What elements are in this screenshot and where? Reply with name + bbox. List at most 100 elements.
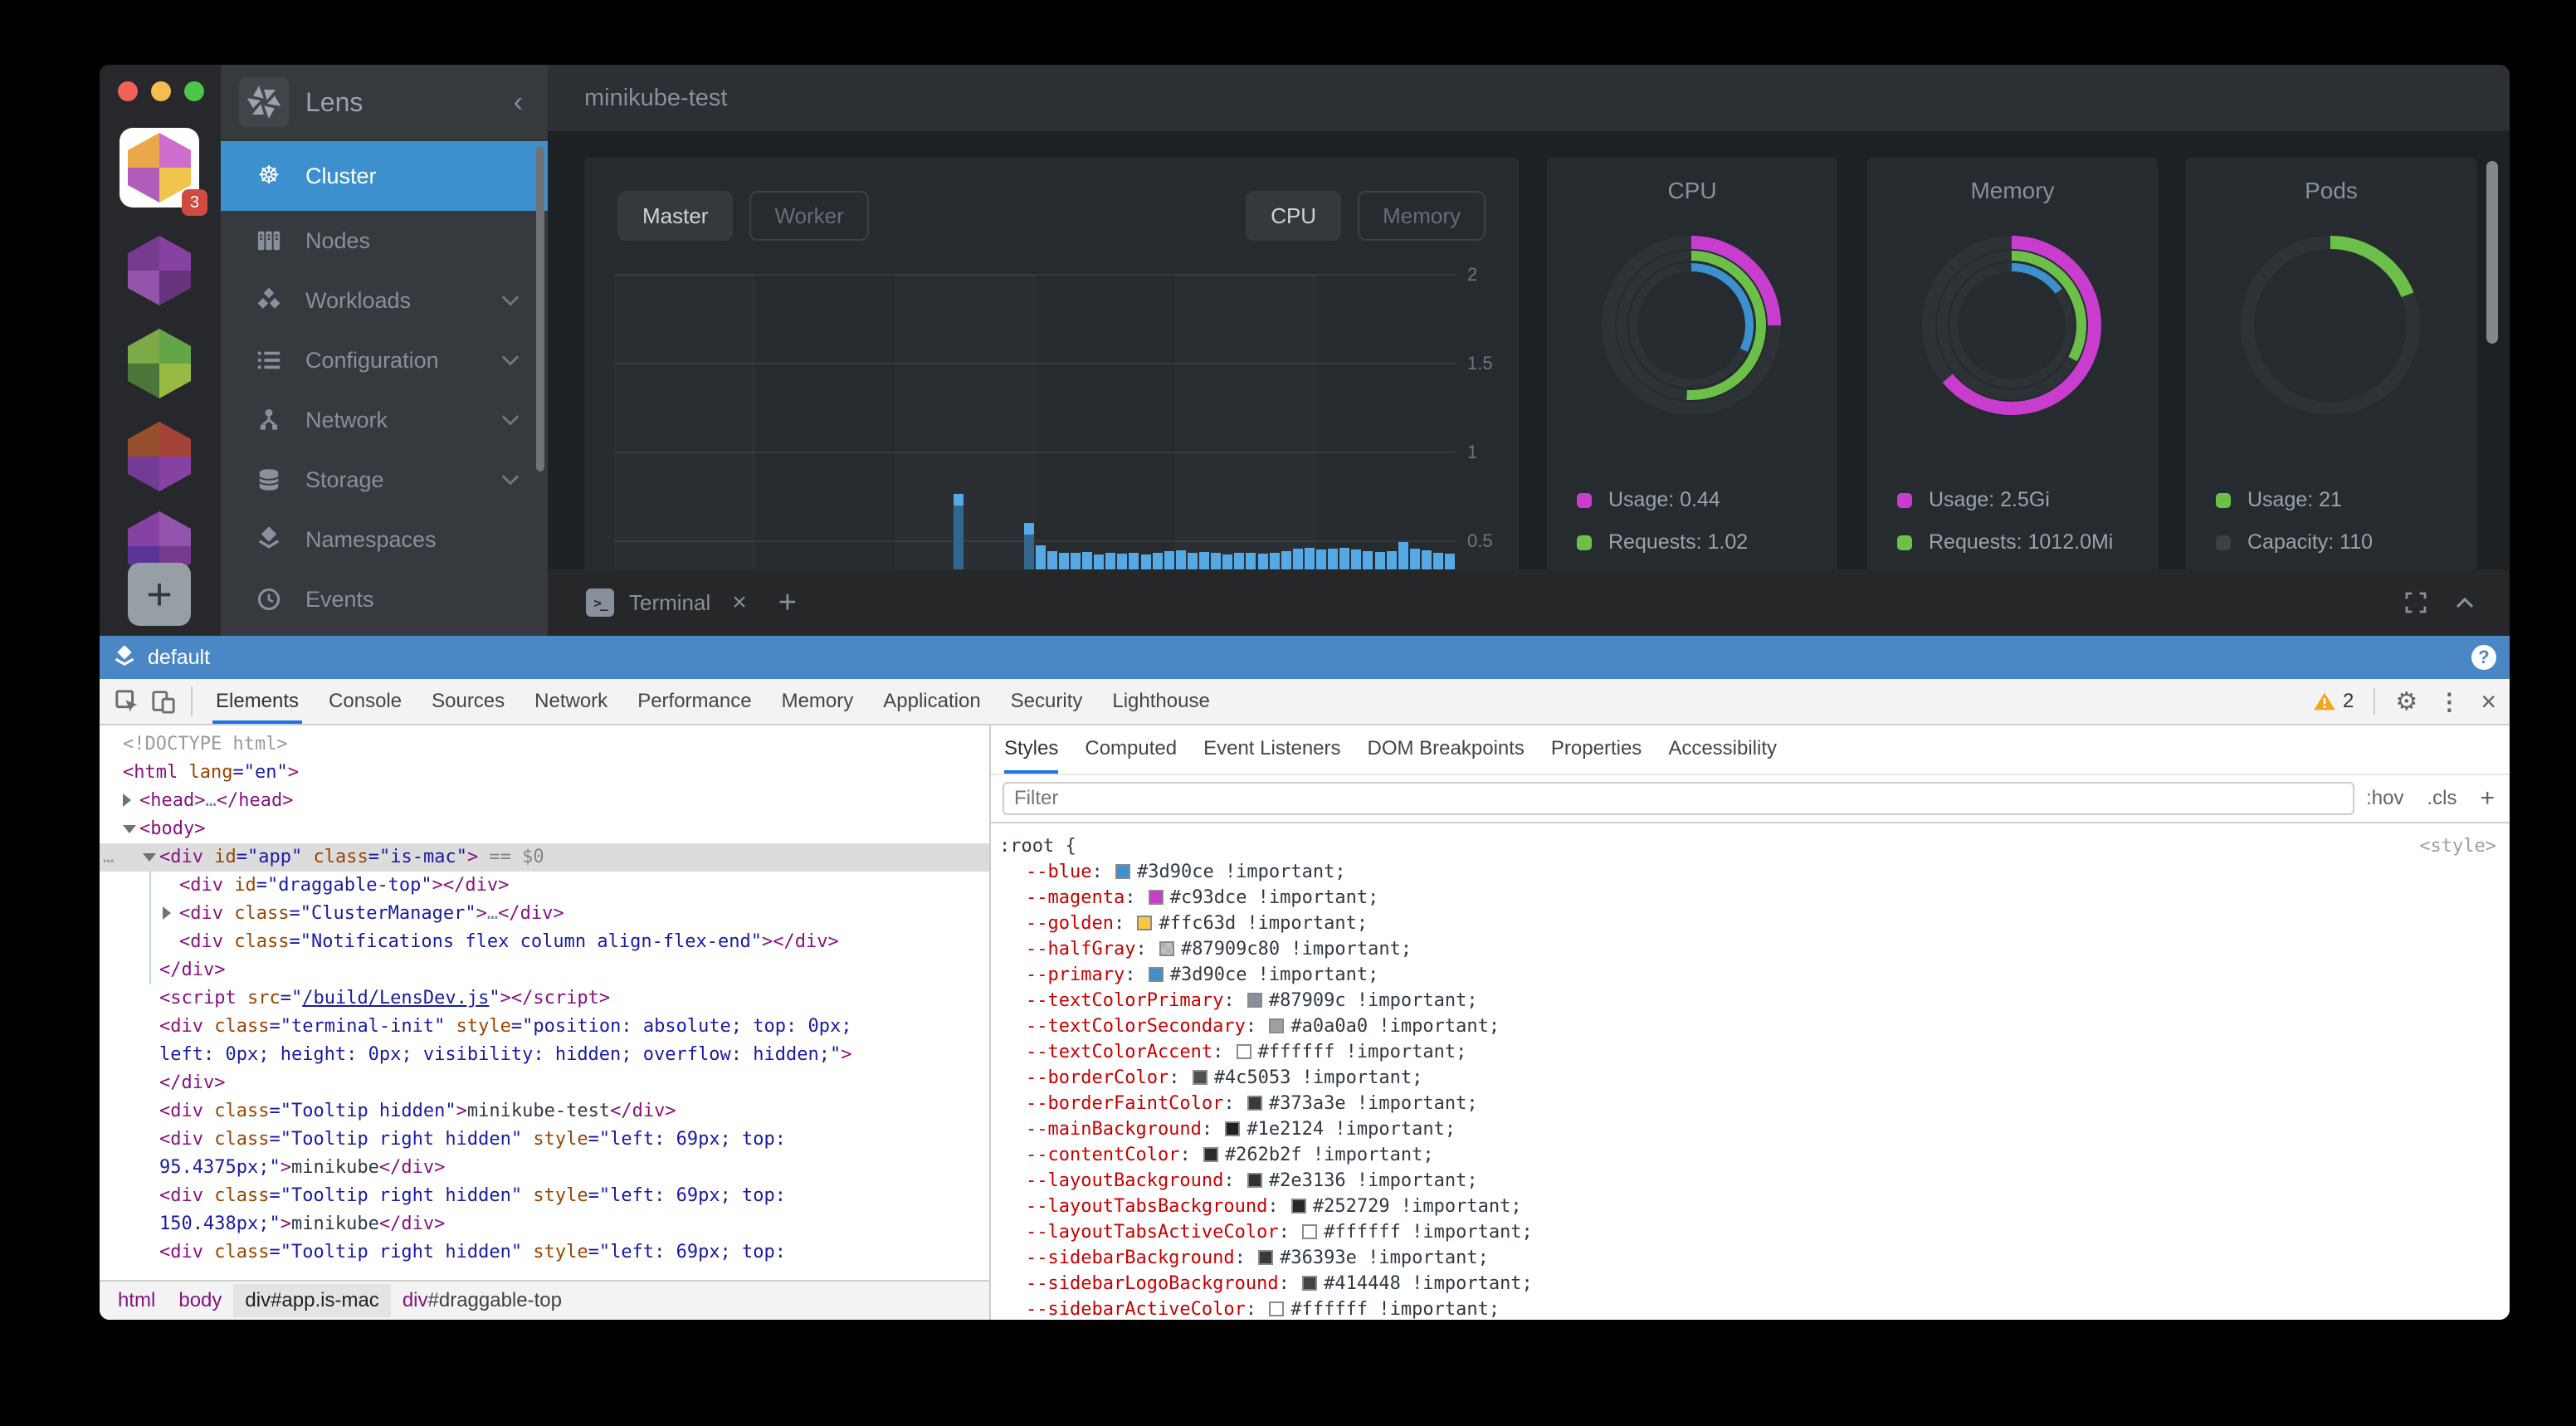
- css-variable-row[interactable]: --blue: #3d90ce !important;: [999, 859, 2496, 885]
- css-variable-row[interactable]: --textColorAccent: #ffffff !important;: [999, 1039, 2496, 1065]
- color-swatch[interactable]: [1258, 1250, 1273, 1265]
- device-toolbar-icon[interactable]: [151, 689, 176, 714]
- dom-tree-row[interactable]: <div class="Notifications flex column al…: [100, 928, 989, 956]
- styles-tab-styles[interactable]: Styles: [1004, 725, 1058, 774]
- color-swatch[interactable]: [1247, 993, 1262, 1008]
- element-classes-button[interactable]: .cls: [2427, 787, 2456, 810]
- styles-tab-computed[interactable]: Computed: [1085, 725, 1177, 774]
- metric-tab-memory[interactable]: Memory: [1358, 191, 1486, 241]
- dom-tree-row[interactable]: </div>: [100, 1069, 989, 1097]
- close-window-button[interactable]: [118, 81, 138, 101]
- sidebar-collapse-button[interactable]: ‹: [514, 86, 523, 119]
- css-variable-row[interactable]: --layoutTabsActiveColor: #ffffff !import…: [999, 1219, 2496, 1245]
- terminal-add-icon[interactable]: +: [778, 585, 797, 621]
- color-swatch[interactable]: [1247, 1173, 1262, 1188]
- terminal-close-icon[interactable]: ×: [732, 588, 747, 617]
- css-variable-row[interactable]: --textColorSecondary: #a0a0a0 !important…: [999, 1013, 2496, 1039]
- chevron-down-icon[interactable]: [501, 295, 520, 306]
- css-variable-row[interactable]: --sidebarActiveColor: #ffffff !important…: [999, 1297, 2496, 1320]
- collapse-arrow-icon[interactable]: [121, 815, 134, 843]
- cluster-tile[interactable]: [123, 420, 196, 493]
- new-style-rule-button[interactable]: +: [2480, 784, 2495, 813]
- breadcrumb-item[interactable]: div#app.is-mac: [233, 1284, 390, 1317]
- namespace-statusbar[interactable]: default ?: [100, 636, 2510, 679]
- color-swatch[interactable]: [1291, 1199, 1306, 1214]
- styles-tab-event-listeners[interactable]: Event Listeners: [1203, 725, 1340, 774]
- sidebar-scrollbar[interactable]: [536, 146, 544, 471]
- dom-tree-row[interactable]: <head>…</head>: [100, 787, 989, 815]
- css-variable-row[interactable]: --magenta: #c93dce !important;: [999, 885, 2496, 911]
- devtools-tab-memory[interactable]: Memory: [778, 679, 857, 724]
- sidebar-item-configuration[interactable]: Configuration: [221, 330, 548, 390]
- color-swatch[interactable]: [1302, 1276, 1317, 1291]
- color-swatch[interactable]: [1269, 1301, 1284, 1316]
- settings-gear-icon[interactable]: ⚙: [2395, 687, 2417, 716]
- sidebar-item-storage[interactable]: Storage: [221, 450, 548, 510]
- sidebar-item-namespaces[interactable]: Namespaces: [221, 510, 548, 569]
- dom-tree-row[interactable]: <div class="Tooltip hidden">minikube-tes…: [100, 1097, 989, 1126]
- add-cluster-button[interactable]: +: [128, 563, 191, 626]
- chevron-down-icon[interactable]: [501, 354, 520, 366]
- styles-tab-properties[interactable]: Properties: [1551, 725, 1642, 774]
- minimize-window-button[interactable]: [151, 81, 171, 101]
- help-button[interactable]: ?: [2471, 645, 2496, 670]
- sidebar-item-workloads[interactable]: Workloads: [221, 271, 548, 330]
- css-variable-row[interactable]: --layoutBackground: #2e3136 !important;: [999, 1168, 2496, 1194]
- terminal-fullscreen-icon[interactable]: [2405, 592, 2427, 613]
- devtools-tab-application[interactable]: Application: [880, 679, 983, 724]
- css-variable-row[interactable]: --textColorPrimary: #87909c !important;: [999, 988, 2496, 1013]
- devtools-tab-network[interactable]: Network: [531, 679, 611, 724]
- node-tab-worker[interactable]: Worker: [749, 191, 868, 241]
- breadcrumb-item[interactable]: body: [167, 1284, 233, 1317]
- color-swatch[interactable]: [1237, 1044, 1251, 1059]
- devtools-tab-lighthouse[interactable]: Lighthouse: [1109, 679, 1212, 724]
- css-variable-row[interactable]: --mainBackground: #1e2124 !important;: [999, 1116, 2496, 1142]
- css-variable-row[interactable]: --layoutTabsBackground: #252729 !importa…: [999, 1194, 2496, 1219]
- expand-arrow-icon[interactable]: [121, 787, 134, 815]
- color-swatch[interactable]: [1225, 1121, 1240, 1136]
- dom-tree-row[interactable]: </div>: [100, 956, 989, 984]
- color-swatch[interactable]: [1203, 1147, 1218, 1162]
- collapse-arrow-icon[interactable]: [141, 843, 154, 872]
- css-variable-row[interactable]: --halfGray: #87909c80 !important;: [999, 936, 2496, 962]
- color-swatch[interactable]: [1302, 1224, 1317, 1239]
- dom-tree-row[interactable]: <script src="/build/LensDev.js"></script…: [100, 984, 989, 1013]
- chevron-down-icon[interactable]: [501, 414, 520, 426]
- color-swatch[interactable]: [1193, 1070, 1208, 1085]
- breadcrumb-item[interactable]: div#draggable-top: [391, 1284, 573, 1317]
- devtools-tab-security[interactable]: Security: [1007, 679, 1086, 724]
- css-variable-row[interactable]: --borderFaintColor: #373a3e !important;: [999, 1091, 2496, 1116]
- color-swatch[interactable]: [1137, 916, 1152, 930]
- terminal-collapse-icon[interactable]: [2455, 596, 2475, 609]
- dom-tree-row[interactable]: <div class="Tooltip right hidden" style=…: [100, 1126, 989, 1182]
- color-swatch[interactable]: [1149, 890, 1164, 905]
- css-variable-row[interactable]: --contentColor: #262b2f !important;: [999, 1142, 2496, 1168]
- inspect-element-icon[interactable]: [115, 689, 139, 714]
- styles-tab-dom-breakpoints[interactable]: DOM Breakpoints: [1368, 725, 1525, 774]
- metric-tab-cpu[interactable]: CPU: [1246, 191, 1341, 241]
- color-swatch[interactable]: [1115, 864, 1130, 879]
- styles-tab-accessibility[interactable]: Accessibility: [1668, 725, 1777, 774]
- devtools-tab-sources[interactable]: Sources: [428, 679, 508, 724]
- dom-tree-row[interactable]: <div id="draggable-top"></div>: [100, 872, 989, 900]
- dom-tree-row[interactable]: <html lang="en">: [100, 759, 989, 787]
- row-overflow-icon[interactable]: …: [103, 843, 114, 872]
- dom-tree-row[interactable]: <body>: [100, 815, 989, 843]
- zoom-window-button[interactable]: [184, 81, 204, 101]
- css-variable-row[interactable]: --golden: #ffc63d !important;: [999, 911, 2496, 936]
- css-variable-row[interactable]: --sidebarLogoBackground: #414448 !import…: [999, 1271, 2496, 1297]
- dom-tree-row[interactable]: <div class="terminal-init" style="positi…: [100, 1013, 989, 1069]
- more-options-icon[interactable]: ⋮: [2437, 688, 2461, 715]
- devtools-tab-elements[interactable]: Elements: [212, 679, 302, 724]
- dom-tree-row[interactable]: <div class="Tooltip right hidden" style=…: [100, 1238, 989, 1267]
- terminal-tab[interactable]: Terminal: [629, 590, 710, 616]
- dom-tree-row[interactable]: <div class="ClusterManager">…</div>: [100, 900, 989, 928]
- node-tab-master[interactable]: Master: [617, 191, 733, 241]
- sidebar-item-events[interactable]: Events: [221, 569, 548, 629]
- content-scrollbar[interactable]: [2486, 161, 2498, 344]
- color-swatch[interactable]: [1159, 941, 1174, 956]
- styles-filter-input[interactable]: [1003, 782, 2354, 815]
- dom-tree-row[interactable]: …<div id="app" class="is-mac"> == $0: [100, 843, 989, 872]
- sidebar-item-network[interactable]: Network: [221, 390, 548, 450]
- css-variable-row[interactable]: --borderColor: #4c5053 !important;: [999, 1065, 2496, 1091]
